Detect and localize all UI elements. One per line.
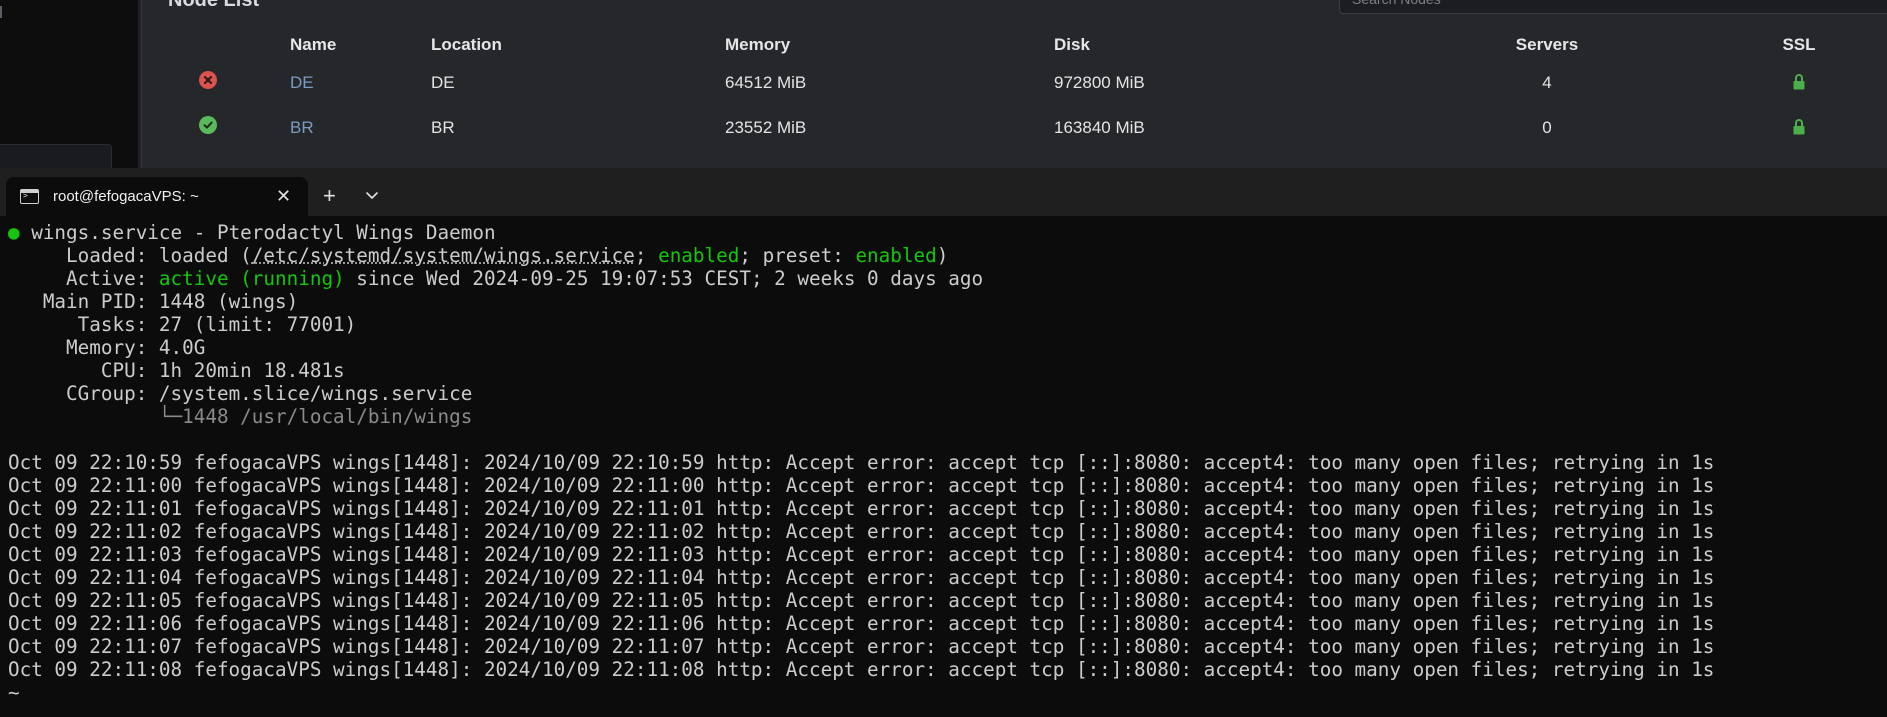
log-line: Oct 09 22:11:02 fefogacaVPS wings[1448]:… — [8, 520, 1715, 543]
log-line: Oct 09 22:11:08 fefogacaVPS wings[1448]:… — [8, 658, 1715, 681]
lock-icon — [1793, 118, 1805, 135]
node-servers: 0 — [1542, 117, 1552, 137]
log-lines: Oct 09 22:10:59 fefogacaVPS wings[1448]:… — [8, 451, 1887, 681]
service-header-line: ● wings.service - Pterodactyl Wings Daem… — [8, 221, 496, 244]
log-line: Oct 09 22:11:05 fefogacaVPS wings[1448]:… — [8, 589, 1715, 612]
main-pid-label: Main PID: — [42, 290, 148, 313]
table-row[interactable]: DE DE 64512 MiB 972800 MiB 4 — [142, 60, 1887, 105]
terminal-window: root@fefogacaVPS: ~ ✕ + ● wings.service … — [0, 168, 1887, 717]
node-disk: 163840 MiB — [1054, 117, 1145, 137]
cgroup-value: /system.slice/wings.service — [158, 382, 473, 405]
tasks-line: Tasks: 27 (limit: 77001) — [8, 313, 1887, 336]
header-location[interactable]: Location — [431, 30, 725, 60]
log-line: Oct 09 22:11:01 fefogacaVPS wings[1448]:… — [8, 497, 1715, 520]
cgroup-child: └─1448 /usr/local/bin/wings — [158, 405, 473, 428]
active-since: since Wed 2024-09-25 19:07:53 CEST; 2 we… — [356, 267, 984, 290]
memory-line: Memory: 4.0G — [8, 336, 1887, 359]
cpu-value: 1h 20min 18.481s — [158, 359, 345, 382]
node-location: BR — [431, 117, 455, 137]
terminal-icon — [20, 189, 39, 204]
search-input[interactable] — [1352, 0, 1852, 7]
service-unit: wings.service — [31, 221, 183, 244]
node-table: Name Location Memory Disk Servers SSL DE — [142, 30, 1887, 150]
active-label: Active: — [66, 267, 148, 290]
node-name-cell[interactable]: DE — [274, 60, 431, 105]
header-ssl[interactable]: SSL — [1710, 30, 1887, 60]
terminal-tab-title: root@fefogacaVPS: ~ — [53, 188, 199, 205]
preset-label: preset: — [762, 244, 844, 267]
header-memory[interactable]: Memory — [725, 30, 1054, 60]
log-line: Oct 09 22:10:59 fefogacaVPS wings[1448]:… — [8, 451, 1715, 474]
log-line: Oct 09 22:11:04 fefogacaVPS wings[1448]:… — [8, 566, 1715, 589]
table-header-row: Name Location Memory Disk Servers SSL — [142, 30, 1887, 60]
search-box[interactable] — [1339, 0, 1887, 14]
online-status-icon — [199, 116, 217, 135]
terminal-tab-bar: root@fefogacaVPS: ~ ✕ + — [0, 168, 1887, 216]
table-row[interactable]: BR BR 23552 MiB 163840 MiB 0 — [142, 105, 1887, 150]
preset-value: enabled — [855, 244, 937, 267]
node-name-cell[interactable]: BR — [274, 105, 431, 150]
terminal-tab[interactable]: root@fefogacaVPS: ~ ✕ — [6, 177, 308, 216]
log-line: Oct 09 22:11:07 fefogacaVPS wings[1448]:… — [8, 635, 1715, 658]
node-list-panel: Node List Name Location Memory Disk Serv… — [141, 0, 1887, 168]
cpu-line: CPU: 1h 20min 18.481s — [8, 359, 1887, 382]
lock-icon — [1793, 73, 1805, 90]
cgroup-label: CGroup: — [66, 382, 148, 405]
ssl-cell — [1710, 105, 1887, 150]
header-status — [142, 30, 274, 60]
header-name[interactable]: Name — [274, 30, 431, 60]
status-cell — [142, 60, 274, 105]
node-memory: 64512 MiB — [725, 72, 807, 92]
prompt-line[interactable]: ~ — [8, 681, 1887, 704]
chevron-down-icon[interactable] — [363, 190, 381, 202]
prompt: ~ — [8, 681, 20, 704]
enabled-state: enabled — [658, 244, 740, 267]
memory-label: Memory: — [66, 336, 148, 359]
node-name-link[interactable]: DE — [290, 73, 314, 92]
header-disk[interactable]: Disk — [1054, 30, 1384, 60]
loaded-path: /etc/systemd/system/wings.service — [251, 244, 635, 267]
loaded-line: Loaded: loaded (/etc/systemd/system/wing… — [66, 244, 949, 267]
terminal-output[interactable]: ● wings.service - Pterodactyl Wings Daem… — [0, 216, 1887, 717]
offline-status-icon — [199, 71, 217, 90]
panel-title: Node List — [168, 0, 260, 11]
active-state: active (running) — [158, 267, 345, 290]
new-tab-button[interactable]: + — [323, 185, 336, 207]
header-servers[interactable]: Servers — [1384, 30, 1710, 60]
memory-value: 4.0G — [158, 336, 206, 359]
tasks-label: Tasks: — [77, 313, 148, 336]
status-dot-icon: ● — [8, 221, 20, 244]
node-name-link[interactable]: BR — [290, 118, 314, 137]
log-line: Oct 09 22:11:00 fefogacaVPS wings[1448]:… — [8, 474, 1715, 497]
ssl-cell — [1710, 60, 1887, 105]
tasks-value: 27 (limit: 77001) — [158, 313, 357, 336]
main-pid-line: Main PID: 1448 (wings) — [8, 290, 1887, 313]
web-panel-view: Node List Name Location Memory Disk Serv… — [0, 0, 1887, 168]
loaded-value: loaded — [158, 244, 229, 267]
log-line: Oct 09 22:11:06 fefogacaVPS wings[1448]:… — [8, 612, 1715, 635]
active-line: Active: active (running) since Wed 2024-… — [8, 267, 1887, 290]
sidebar-marker — [0, 6, 2, 18]
sidebar-tab[interactable] — [0, 144, 112, 168]
close-icon[interactable]: ✕ — [276, 187, 291, 205]
cgroup-line: CGroup: /system.slice/wings.service — [8, 382, 1887, 405]
status-cell — [142, 105, 274, 150]
service-description: Pterodactyl Wings Daemon — [216, 221, 496, 244]
left-sidebar — [0, 0, 138, 168]
cgroup-child-line: └─1448 /usr/local/bin/wings — [8, 405, 1887, 428]
node-disk: 972800 MiB — [1054, 72, 1145, 92]
node-memory: 23552 MiB — [725, 117, 807, 137]
node-location: DE — [431, 72, 455, 92]
cpu-label: CPU: — [100, 359, 148, 382]
node-servers: 4 — [1542, 72, 1552, 92]
loaded-label: Loaded: — [66, 244, 148, 267]
log-line: Oct 09 22:11:03 fefogacaVPS wings[1448]:… — [8, 543, 1715, 566]
main-pid-value: 1448 (wings) — [158, 290, 299, 313]
